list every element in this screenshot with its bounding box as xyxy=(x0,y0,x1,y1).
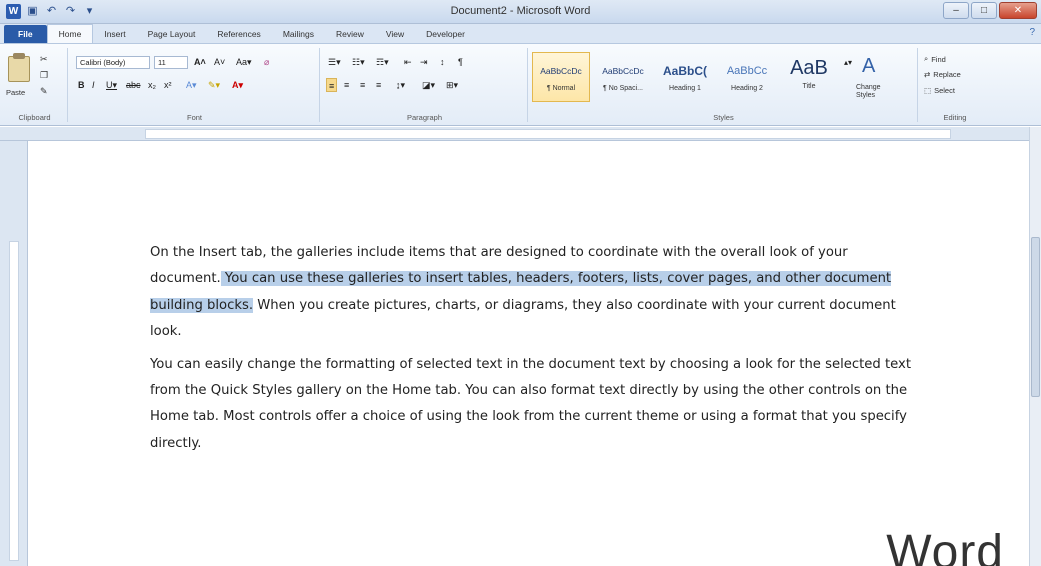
style-no-spacing[interactable]: AaBbCcDc ¶ No Spaci... xyxy=(594,52,652,102)
line-spacing-icon[interactable]: ↨▾ xyxy=(396,78,405,92)
superscript-icon[interactable]: x² xyxy=(164,78,172,92)
editing-group: ⌕ Find ⇄ Replace ⬚ Select Editing xyxy=(920,48,990,122)
editing-group-label: Editing xyxy=(943,113,967,122)
window-controls: – □ ✕ xyxy=(943,2,1037,19)
tab-insert[interactable]: Insert xyxy=(93,25,136,43)
tab-page-layout[interactable]: Page Layout xyxy=(137,25,207,43)
format-painter-icon[interactable]: ✎ xyxy=(40,86,48,97)
paragraph-group-label: Paragraph xyxy=(406,113,443,122)
replace-button[interactable]: ⇄ Replace xyxy=(924,70,961,79)
copy-icon[interactable]: ❐ xyxy=(40,70,48,81)
clear-formatting-icon[interactable]: ⌀ xyxy=(264,55,269,69)
horizontal-ruler[interactable] xyxy=(0,127,1041,141)
close-icon[interactable]: ✕ xyxy=(999,2,1037,19)
paragraph-group: ☰▾ ☷▾ ☶▾ ⇤ ⇥ ↕ ¶ ≡ ≡ ≡ ≡ ↨▾ ◪▾ ⊞▾ Paragr… xyxy=(322,48,528,122)
justify-icon[interactable]: ≡ xyxy=(376,78,381,92)
borders-icon[interactable]: ⊞▾ xyxy=(446,78,458,92)
vertical-scrollbar[interactable] xyxy=(1029,127,1041,566)
cut-icon[interactable]: ✂ xyxy=(40,54,48,65)
ruler-text-area xyxy=(145,129,951,139)
subscript-icon[interactable]: x₂ xyxy=(148,78,156,92)
style-normal[interactable]: AaBbCcDc ¶ Normal xyxy=(532,52,590,102)
clipboard-group-label: Clipboard xyxy=(18,113,51,122)
document-page[interactable]: On the Insert tab, the galleries include… xyxy=(30,142,1028,566)
font-group: Calibri (Body) 11 A˄ A˅ Aa▾ ⌀ B I U▾ abc… xyxy=(70,48,320,122)
find-icon: ⌕ xyxy=(924,54,929,63)
strikethrough-icon[interactable]: abc xyxy=(126,78,141,92)
find-button[interactable]: ⌕ Find xyxy=(924,54,946,64)
styles-group: AaBbCcDc ¶ Normal AaBbCcDc ¶ No Spaci...… xyxy=(530,48,918,122)
bullets-icon[interactable]: ☰▾ xyxy=(328,55,341,69)
tab-file[interactable]: File xyxy=(4,25,47,43)
title-bar: W ▣ ↶ ↷ ▾ Document2 - Microsoft Word – □… xyxy=(0,0,1041,24)
paragraph-1[interactable]: On the Insert tab, the galleries include… xyxy=(150,240,920,346)
font-family-select[interactable]: Calibri (Body) xyxy=(76,56,150,69)
style-title[interactable]: AaB Title xyxy=(780,52,838,102)
styles-scroll-icon[interactable]: ▴▾ xyxy=(844,56,852,70)
decrease-indent-icon[interactable]: ⇤ xyxy=(404,55,412,69)
tab-developer[interactable]: Developer xyxy=(415,25,476,43)
bold-icon[interactable]: B xyxy=(78,78,85,92)
underline-icon[interactable]: U▾ xyxy=(106,78,117,92)
sort-icon[interactable]: ↕ xyxy=(440,55,445,69)
replace-icon: ⇄ xyxy=(924,70,931,79)
paragraph-2[interactable]: You can easily change the formatting of … xyxy=(150,352,920,458)
help-icon[interactable]: ? xyxy=(1029,27,1035,38)
font-group-label: Font xyxy=(186,113,202,122)
highlight-icon[interactable]: ✎▾ xyxy=(208,78,220,92)
scrollbar-thumb[interactable] xyxy=(1031,237,1040,397)
tab-view[interactable]: View xyxy=(375,25,415,43)
shrink-font-icon[interactable]: A˅ xyxy=(214,55,225,69)
paste-button-label[interactable]: Paste xyxy=(6,88,25,97)
styles-group-label: Styles xyxy=(713,113,734,122)
italic-icon[interactable]: I xyxy=(92,78,95,92)
shading-icon[interactable]: ◪▾ xyxy=(422,78,435,92)
change-styles-icon[interactable]: A xyxy=(862,54,875,78)
tab-references[interactable]: References xyxy=(206,25,271,43)
ribbon-tabs: File Home Insert Page Layout References … xyxy=(0,24,1041,44)
font-size-select[interactable]: 11 xyxy=(154,56,188,69)
ribbon: Paste ✂ ❐ ✎ Clipboard Calibri (Body) 11 … xyxy=(0,44,1041,126)
text-effects-icon[interactable]: A▾ xyxy=(186,78,197,92)
numbering-icon[interactable]: ☷▾ xyxy=(352,55,365,69)
multilevel-list-icon[interactable]: ☶▾ xyxy=(376,55,389,69)
select-icon: ⬚ xyxy=(924,86,932,95)
align-center-icon[interactable]: ≡ xyxy=(344,78,349,92)
show-formatting-icon[interactable]: ¶ xyxy=(458,55,463,69)
increase-indent-icon[interactable]: ⇥ xyxy=(420,55,428,69)
document-body[interactable]: On the Insert tab, the galleries include… xyxy=(150,240,920,463)
tab-home[interactable]: Home xyxy=(46,24,94,43)
vertical-ruler-text-area xyxy=(9,241,19,561)
tab-mailings[interactable]: Mailings xyxy=(272,25,325,43)
minimize-icon[interactable]: – xyxy=(943,2,969,19)
word-watermark: Word xyxy=(886,526,1004,566)
window-title: Document2 - Microsoft Word xyxy=(450,5,591,17)
style-heading-2[interactable]: AaBbCc Heading 2 xyxy=(718,52,776,102)
word-window: W ▣ ↶ ↷ ▾ Document2 - Microsoft Word – □… xyxy=(0,0,1041,566)
paste-icon[interactable] xyxy=(8,53,30,82)
maximize-icon[interactable]: □ xyxy=(971,2,997,19)
tab-review[interactable]: Review xyxy=(325,25,375,43)
font-color-icon[interactable]: A▾ xyxy=(232,78,243,92)
change-styles-button[interactable]: Change Styles xyxy=(856,84,896,100)
style-heading-1[interactable]: AaBbC( Heading 1 xyxy=(656,52,714,102)
vertical-ruler[interactable] xyxy=(0,141,28,566)
select-button[interactable]: ⬚ Select xyxy=(924,86,955,95)
align-left-icon[interactable]: ≡ xyxy=(326,78,338,92)
align-right-icon[interactable]: ≡ xyxy=(360,78,365,92)
clipboard-group: Paste ✂ ❐ ✎ Clipboard xyxy=(2,48,68,122)
change-case-icon[interactable]: Aa▾ xyxy=(236,55,252,69)
grow-font-icon[interactable]: A˄ xyxy=(194,55,206,69)
